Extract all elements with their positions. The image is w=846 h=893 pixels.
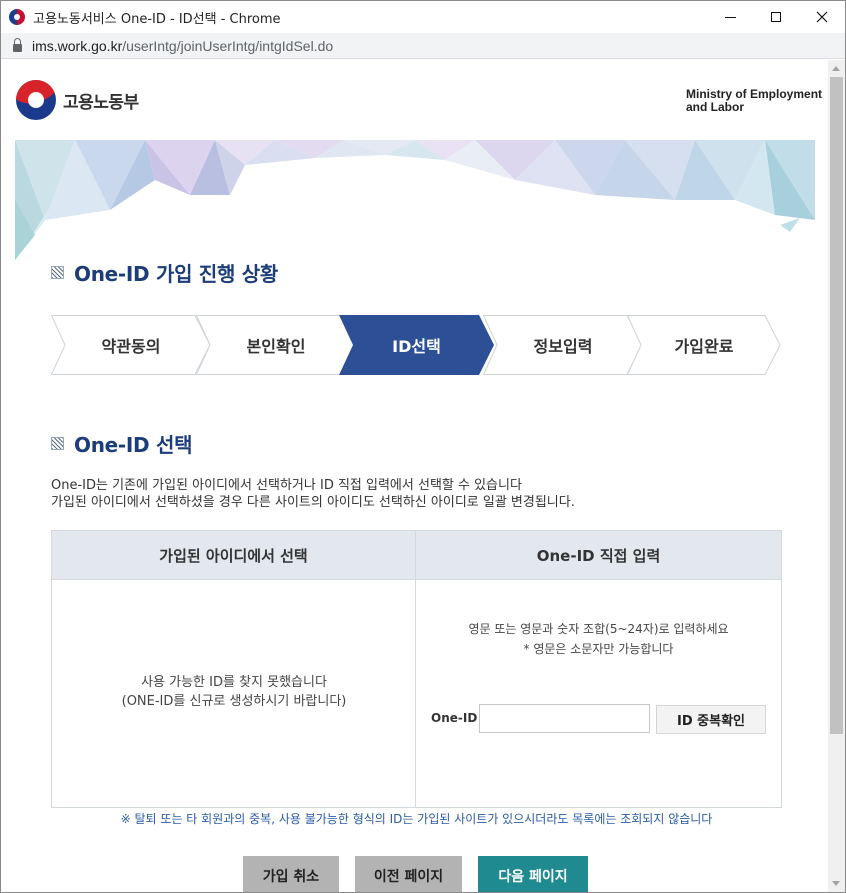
id-select-box: 가입된 아이디에서 선택 사용 가능한 ID를 찾지 못했습니다 (ONE-ID… — [51, 530, 782, 808]
scroll-down-arrow-icon[interactable] — [832, 881, 840, 886]
desc-line-2: 가입된 아이디에서 선택하셨을 경우 다른 사이트의 아이디도 선택하신 아이디… — [51, 495, 575, 510]
select-title-text: One-ID 선택 — [74, 433, 193, 457]
url-path: /userIntg/joinUserIntg/intgIdSel.do — [122, 37, 334, 54]
id-notice: ※ 탈퇴 또는 타 회원과의 중복, 사용 불가능한 형식의 ID는 가입된 사… — [120, 812, 713, 826]
close-icon — [816, 11, 828, 23]
progress-steps: 약관동의 본인확인 ID선택 정보입력 가입완료 — [51, 315, 781, 375]
one-id-label: One-ID — [431, 711, 478, 725]
rule-line-1: 영문 또는 영문과 숫자 조합(5~24자)로 입력하세요 — [468, 622, 729, 636]
site-favicon-icon — [9, 9, 25, 25]
next-page-button[interactable]: 다음 페이지 — [478, 856, 588, 892]
minimize-button[interactable] — [707, 1, 753, 33]
step-label: 본인확인 — [246, 337, 306, 356]
url-text: ims.work.go.kr/userIntg/joinUserIntg/int… — [32, 38, 333, 54]
title-bar: 고용노동서비스 One-ID - ID선택 - Chrome — [1, 1, 845, 33]
desc-line-1: One-ID는 기존에 가입된 아이디에서 선택하거나 ID 직접 입력에서 선… — [51, 478, 522, 493]
window-title: 고용노동서비스 One-ID - ID선택 - Chrome — [33, 11, 281, 27]
existing-id-header: 가입된 아이디에서 선택 — [52, 531, 415, 580]
one-id-input[interactable] — [479, 704, 650, 733]
logo-text: 고용노동부 — [63, 92, 139, 113]
vertical-scrollbar[interactable] — [828, 60, 845, 892]
rule-line-2: * 영문은 소문자만 가능합니다 — [523, 642, 674, 656]
step-label: 약관동의 — [101, 337, 161, 356]
previous-page-button[interactable]: 이전 페이지 — [355, 856, 462, 892]
step-label: 가입완료 — [674, 337, 734, 356]
scroll-up-arrow-icon[interactable] — [832, 66, 840, 71]
url-host: ims.work.go.kr — [32, 37, 123, 54]
select-section-title: One-ID 선택 — [51, 429, 193, 458]
step-complete: 가입완료 — [627, 315, 781, 375]
progress-section-title: One-ID 가입 진행 상황 — [51, 258, 278, 287]
direct-input-header: One-ID 직접 입력 — [416, 531, 781, 580]
page-content: 고용노동부 Ministry of Employment and Labor O… — [1, 60, 828, 892]
select-description: One-ID는 기존에 가입된 아이디에서 선택하거나 ID 직접 입력에서 선… — [51, 477, 575, 511]
direct-input-column: One-ID 직접 입력 영문 또는 영문과 숫자 조합(5~24자)로 입력하… — [416, 531, 781, 807]
step-label: ID선택 — [392, 337, 441, 356]
close-button[interactable] — [799, 1, 845, 33]
section-bullet-icon — [51, 437, 64, 450]
cancel-signup-button[interactable]: 가입 취소 — [243, 856, 339, 892]
notfound-line-2: (ONE-ID를 신규로 생성하시기 바랍니다) — [121, 694, 347, 709]
step-id-select: ID선택 — [339, 315, 494, 375]
lock-icon — [13, 37, 22, 52]
browser-window: 고용노동서비스 One-ID - ID선택 - Chrome ims.work.… — [0, 0, 846, 893]
step-info-input: 정보입력 — [483, 315, 643, 375]
step-terms: 약관동의 — [51, 315, 211, 375]
ministry-english-name: Ministry of Employment and Labor — [686, 88, 826, 114]
maximize-icon — [771, 12, 781, 22]
progress-title-text: One-ID 가입 진행 상황 — [74, 262, 278, 286]
address-bar[interactable]: ims.work.go.kr/userIntg/joinUserIntg/int… — [1, 33, 845, 59]
no-id-found-message: 사용 가능한 ID를 찾지 못했습니다 (ONE-ID를 신규로 생성하시기 바… — [52, 673, 416, 711]
step-label: 정보입력 — [533, 337, 593, 356]
taegeuk-logo-icon — [16, 80, 56, 120]
section-bullet-icon — [51, 266, 64, 279]
existing-id-column: 가입된 아이디에서 선택 사용 가능한 ID를 찾지 못했습니다 (ONE-ID… — [52, 531, 416, 807]
ministry-line-2: and Labor — [686, 100, 745, 114]
maximize-button[interactable] — [753, 1, 799, 33]
notfound-line-1: 사용 가능한 ID를 찾지 못했습니다 — [141, 675, 327, 690]
id-duplicate-check-button[interactable]: ID 중복확인 — [656, 705, 766, 734]
id-rule-text: 영문 또는 영문과 숫자 조합(5~24자)로 입력하세요 * 영문은 소문자만… — [416, 619, 781, 659]
step-identity: 본인확인 — [196, 315, 356, 375]
minimize-icon — [724, 16, 736, 18]
scrollbar-thumb[interactable] — [830, 77, 843, 734]
ministry-logo[interactable]: 고용노동부 — [16, 80, 139, 120]
